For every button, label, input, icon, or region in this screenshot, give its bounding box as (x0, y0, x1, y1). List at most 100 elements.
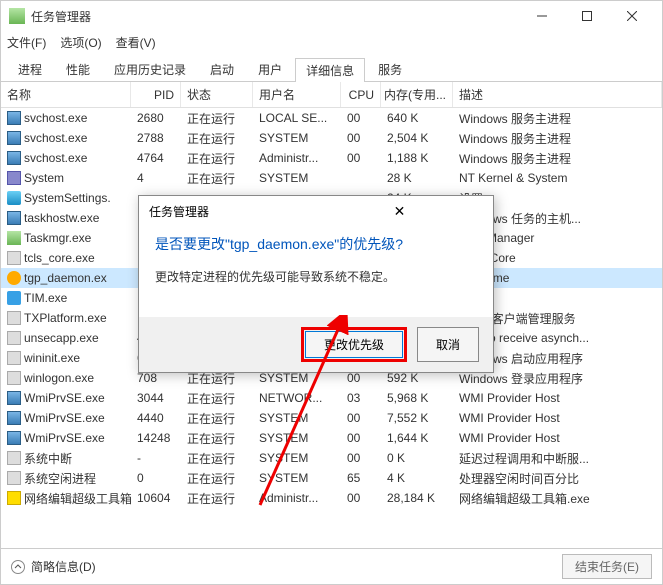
process-name: svchost.exe (24, 151, 87, 165)
table-row[interactable]: svchost.exe2680正在运行LOCAL SE...00640 KWin… (1, 108, 662, 128)
process-name: SystemSettings. (24, 191, 111, 205)
cell-mem: 2,504 K (381, 131, 453, 145)
window-controls (519, 2, 654, 30)
cell-pid: 0 (131, 471, 181, 485)
cell-state: 正在运行 (181, 130, 253, 147)
table-row[interactable]: 系统空闲进程0正在运行SYSTEM654 K处理器空闲时间百分比 (1, 468, 662, 488)
cell-pid: 3044 (131, 391, 181, 405)
cell-pid: 10604 (131, 491, 181, 505)
dialog-buttons: 更改优先级 取消 (139, 317, 493, 372)
maximize-button[interactable] (564, 2, 609, 30)
table-row[interactable]: WmiPrvSE.exe14248正在运行SYSTEM001,644 KWMI … (1, 428, 662, 448)
process-name: TXPlatform.exe (24, 311, 107, 325)
tab-详细信息[interactable]: 详细信息 (295, 58, 365, 82)
process-name: svchost.exe (24, 111, 87, 125)
process-icon (7, 451, 21, 465)
cell-cpu: 65 (341, 471, 381, 485)
process-icon (7, 331, 21, 345)
end-task-button[interactable]: 结束任务(E) (562, 554, 652, 579)
process-icon (7, 491, 21, 505)
cell-user: NETWOR... (253, 391, 341, 405)
dialog-message: 更改特定进程的优先级可能导致系统不稳定。 (155, 268, 477, 285)
table-row[interactable]: System4正在运行SYSTEM28 KNT Kernel & System (1, 168, 662, 188)
header-state[interactable]: 状态 (181, 82, 253, 107)
dialog-title-text: 任务管理器 (149, 203, 316, 220)
table-row[interactable]: 网络编辑超级工具箱10604正在运行Administr...0028,184 K… (1, 488, 662, 508)
header-user[interactable]: 用户名 (253, 82, 341, 107)
table-row[interactable]: WmiPrvSE.exe3044正在运行NETWOR...035,968 KWM… (1, 388, 662, 408)
cell-user: SYSTEM (253, 471, 341, 485)
tab-用户[interactable]: 用户 (247, 57, 293, 81)
cell-cpu: 00 (341, 131, 381, 145)
cell-mem: 28 K (381, 171, 453, 185)
cell-state: 正在运行 (181, 150, 253, 167)
cell-desc: WMI Provider Host (453, 431, 662, 445)
dialog-body: 是否要更改"tgp_daemon.exe"的优先级? 更改特定进程的优先级可能导… (139, 226, 493, 317)
header-cpu[interactable]: CPU (341, 82, 381, 107)
tab-启动[interactable]: 启动 (199, 57, 245, 81)
process-name: System (24, 171, 64, 185)
process-icon (7, 351, 21, 365)
app-icon (9, 8, 25, 24)
menu-file[interactable]: 文件(F) (7, 34, 46, 51)
confirm-dialog: 任务管理器 ✕ 是否要更改"tgp_daemon.exe"的优先级? 更改特定进… (138, 195, 494, 373)
chevron-up-icon (11, 560, 25, 574)
process-icon (7, 131, 21, 145)
cell-user: Administr... (253, 151, 341, 165)
cell-mem: 1,188 K (381, 151, 453, 165)
cell-state: 正在运行 (181, 450, 253, 467)
table-row[interactable]: 系统中断-正在运行SYSTEM000 K延迟过程调用和中断服... (1, 448, 662, 468)
cancel-button[interactable]: 取消 (417, 327, 479, 362)
header-desc[interactable]: 描述 (453, 82, 662, 107)
process-name: 网络编辑超级工具箱 (24, 490, 131, 507)
header-mem[interactable]: 内存(专用... (381, 82, 453, 107)
menu-options[interactable]: 选项(O) (60, 34, 101, 51)
process-icon (7, 471, 21, 485)
process-name: Taskmgr.exe (24, 231, 91, 245)
column-headers: 名称 PID 状态 用户名 CPU 内存(专用... 描述 (1, 82, 662, 108)
cell-mem: 0 K (381, 451, 453, 465)
cell-state: 正在运行 (181, 170, 253, 187)
table-row[interactable]: svchost.exe4764正在运行Administr...001,188 K… (1, 148, 662, 168)
tab-性能[interactable]: 性能 (55, 57, 101, 81)
cell-mem: 7,552 K (381, 411, 453, 425)
menubar: 文件(F) 选项(O) 查看(V) (1, 31, 662, 53)
cell-mem: 640 K (381, 111, 453, 125)
tab-服务[interactable]: 服务 (367, 57, 413, 81)
cell-mem: 592 K (381, 371, 453, 385)
dialog-titlebar: 任务管理器 ✕ (139, 196, 493, 226)
menu-view[interactable]: 查看(V) (116, 34, 156, 51)
process-icon (7, 271, 21, 285)
cell-mem: 4 K (381, 471, 453, 485)
cell-mem: 1,644 K (381, 431, 453, 445)
close-button[interactable] (609, 2, 654, 30)
cell-desc: Windows 服务主进程 (453, 130, 662, 147)
cell-user: SYSTEM (253, 451, 341, 465)
tab-进程[interactable]: 进程 (7, 57, 53, 81)
titlebar: 任务管理器 (1, 1, 662, 31)
table-row[interactable]: svchost.exe2788正在运行SYSTEM002,504 KWindow… (1, 128, 662, 148)
tabs: 进程性能应用历史记录启动用户详细信息服务 (1, 53, 662, 82)
footer: 简略信息(D) 结束任务(E) (1, 548, 662, 584)
cell-desc: 网络编辑超级工具箱.exe (453, 490, 662, 507)
dialog-close-button[interactable]: ✕ (316, 203, 483, 220)
process-name: 系统空闲进程 (24, 470, 96, 487)
cell-state: 正在运行 (181, 410, 253, 427)
process-icon (7, 171, 21, 185)
cell-pid: 4 (131, 171, 181, 185)
process-icon (7, 371, 21, 385)
tab-应用历史记录[interactable]: 应用历史记录 (103, 57, 197, 81)
process-icon (7, 251, 21, 265)
fewer-details[interactable]: 简略信息(D) (11, 558, 96, 575)
cell-mem: 5,968 K (381, 391, 453, 405)
annotation-highlight: 更改优先级 (301, 327, 407, 362)
process-name: WmiPrvSE.exe (24, 411, 105, 425)
confirm-button[interactable]: 更改优先级 (305, 331, 403, 358)
table-row[interactable]: WmiPrvSE.exe4440正在运行SYSTEM007,552 KWMI P… (1, 408, 662, 428)
cell-user: SYSTEM (253, 171, 341, 185)
process-name: tcls_core.exe (24, 251, 95, 265)
dialog-question: 是否要更改"tgp_daemon.exe"的优先级? (155, 234, 477, 254)
header-pid[interactable]: PID (131, 82, 181, 107)
header-name[interactable]: 名称 (1, 82, 131, 107)
minimize-button[interactable] (519, 2, 564, 30)
